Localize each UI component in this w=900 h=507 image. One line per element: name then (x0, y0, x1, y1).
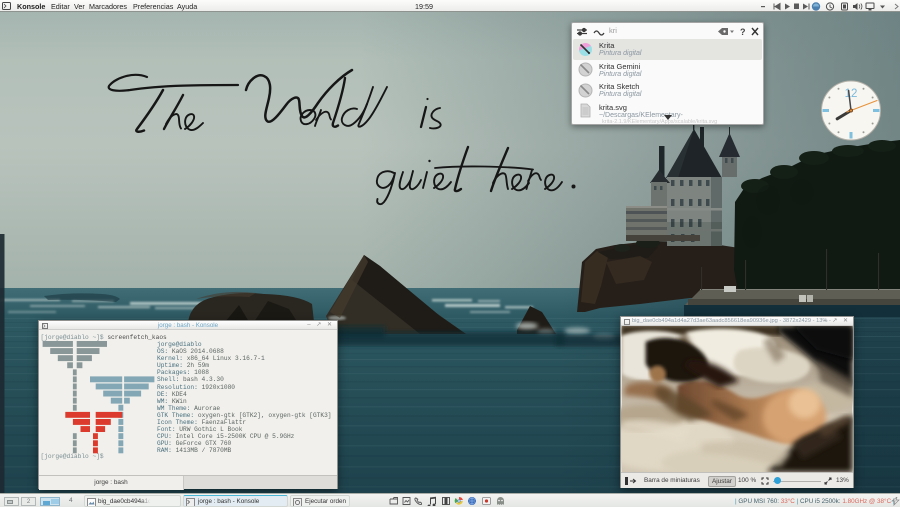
svg-text:12: 12 (845, 88, 858, 100)
svg-text:?: ? (740, 27, 746, 37)
